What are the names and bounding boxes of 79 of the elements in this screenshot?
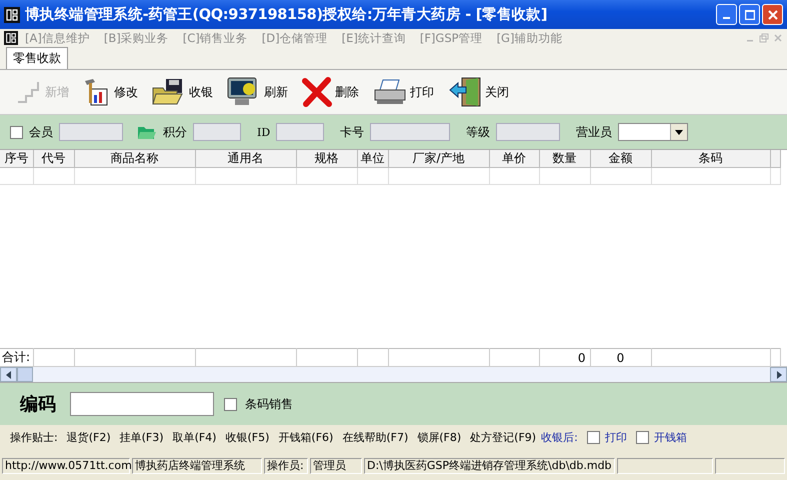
status-panel: D:\博执医药GSP终端进销存管理系统\db\db.mdb — [364, 458, 615, 474]
column-header[interactable]: 商品名称 — [74, 150, 195, 168]
member-label: 会员 — [29, 124, 53, 140]
app-icon — [4, 6, 20, 22]
status-panel: 操作员: — [264, 458, 308, 474]
toolbar-button[interactable]: 关闭 — [448, 76, 509, 108]
tab[interactable]: 零售收款 — [6, 47, 68, 69]
maximize-button[interactable] — [739, 4, 760, 25]
status-panel: 管理员 — [310, 458, 362, 474]
status-panel: 博执药店终端管理系统 — [132, 458, 262, 474]
close-button[interactable] — [762, 4, 783, 25]
minimize-icon — [723, 16, 730, 18]
card-label: 卡号 — [340, 124, 364, 140]
barcode-sale-checkbox[interactable] — [224, 398, 237, 410]
shortcut-hint: 锁屏(F8) — [417, 430, 462, 444]
cross-icon — [302, 77, 332, 107]
restore-icon[interactable] — [759, 33, 769, 43]
after-checkout-label: 收银后: — [541, 430, 578, 444]
column-header[interactable]: 数量 — [539, 150, 590, 168]
points-field[interactable] — [193, 123, 241, 141]
maximize-icon — [744, 10, 754, 20]
tips-label: 操作贴士: — [10, 430, 58, 444]
level-label: 等级 — [466, 124, 490, 140]
column-header[interactable]: 厂家/产地 — [388, 150, 489, 168]
column-header[interactable]: 金额 — [590, 150, 651, 168]
shortcut-hint: 收银(F5) — [225, 430, 270, 444]
option-checkbox[interactable] — [586, 430, 600, 444]
option-label: 打印 — [604, 430, 627, 444]
salesperson-dropdown[interactable] — [618, 123, 688, 141]
folder-icon[interactable] — [137, 124, 157, 140]
shortcut-hint: 在线帮助(F7) — [342, 430, 408, 444]
level-field[interactable] — [496, 123, 560, 141]
column-header[interactable]: 序号 — [0, 150, 33, 168]
shortcut-hint: 挂单(F3) — [120, 430, 164, 444]
total-quantity: 0 — [578, 350, 586, 364]
window-title: 博执终端管理系统-药管王(QQ:937198158)授权给:万年青大药房 - [零售收款] — [25, 5, 548, 24]
points-label: 积分 — [163, 124, 187, 140]
right-arrow-icon — [774, 370, 782, 378]
member-checkbox[interactable] — [10, 126, 23, 138]
toolbar-button[interactable]: 刷新 — [227, 77, 288, 107]
salesperson-label: 营业员 — [576, 124, 612, 140]
card-field[interactable] — [370, 123, 450, 141]
id-field[interactable] — [276, 123, 324, 141]
option-checkbox[interactable] — [636, 430, 649, 444]
barcode-sale-label: 条码销售 — [245, 396, 293, 412]
minimize-button[interactable] — [716, 4, 737, 25]
member-field[interactable] — [59, 123, 123, 141]
option-label: 开钱箱 — [654, 430, 687, 444]
shortcut-hint: 退货(F2) — [66, 430, 111, 444]
shortcut-hint: 取单(F4) — [172, 430, 216, 444]
barcode-label: 编码 — [20, 393, 56, 416]
caret-icon — [675, 130, 684, 134]
column-header[interactable]: 单价 — [489, 150, 539, 168]
column-header[interactable]: 通用名 — [195, 150, 296, 168]
printer-icon — [373, 78, 407, 106]
total-label: 合计: — [2, 350, 30, 364]
toolbar-button[interactable]: 收银 — [152, 78, 213, 106]
status-panel — [715, 458, 785, 474]
column-header[interactable]: 代号 — [33, 150, 74, 168]
id-label: ID — [257, 126, 270, 138]
toolbar-button[interactable]: 打印 — [373, 78, 434, 106]
column-header[interactable]: 条码 — [651, 150, 770, 168]
toolbar-button[interactable]: 修改 — [83, 77, 138, 107]
column-header[interactable]: 规格 — [296, 150, 357, 168]
barcode-field[interactable] — [70, 392, 214, 416]
toolbar-button[interactable]: 删除 — [302, 77, 359, 107]
close-icon[interactable] — [773, 33, 783, 43]
close-icon — [768, 10, 778, 20]
horizontal-scrollbar[interactable] — [0, 366, 787, 382]
shortcut-hint: 处方登记(F9) — [470, 430, 536, 444]
status-panel: http://www.0571tt.com — [2, 458, 130, 474]
shortcut-hint: 开钱箱(F6) — [278, 430, 334, 444]
door-arrow-icon — [448, 76, 482, 108]
left-arrow-icon — [4, 370, 12, 378]
app-icon — [4, 31, 18, 45]
total-amount: 0 — [616, 350, 624, 364]
steps-icon — [16, 80, 42, 104]
column-header[interactable]: 单位 — [357, 150, 388, 168]
scroll-thumb[interactable] — [17, 367, 33, 382]
